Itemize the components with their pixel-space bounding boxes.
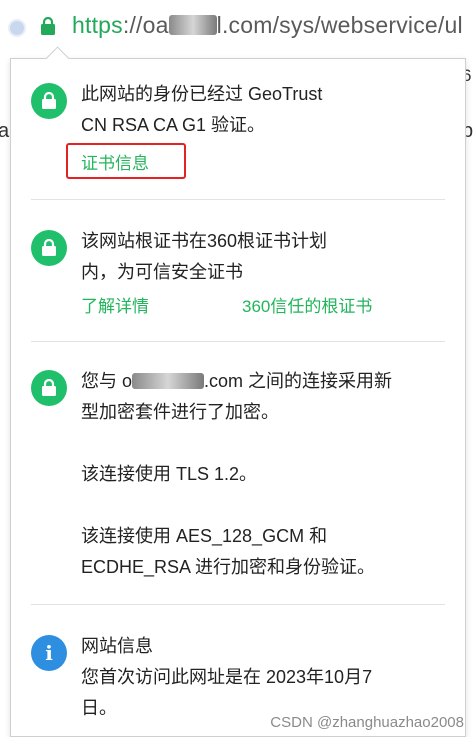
root-cert-line-2: 内，为可信安全证书	[81, 262, 243, 282]
url-suffix: l.com/sys/webservice/ul	[216, 12, 463, 38]
redacted-domain	[132, 373, 205, 389]
identity-text: 此网站的身份已经过 GeoTrust CN RSA CA G1 验证。	[81, 79, 451, 141]
root-cert-line-1: 该网站根证书在360根证书计划	[81, 231, 328, 251]
encryption-line-1: 您与 o .com 之间的连接采用新	[81, 371, 393, 391]
encryption-line-2: 型加密套件进行了加密。	[81, 402, 279, 422]
site-info-line-1: 您首次访问此网址是在 2023年10月7	[81, 667, 373, 687]
info-icon: i	[31, 635, 67, 671]
identity-line-2: CN RSA CA G1 验证。	[81, 115, 266, 135]
learn-more-link[interactable]: 了解详情	[81, 292, 149, 317]
address-bar[interactable]: https://oa l.com/sys/webservice/ul	[0, 0, 474, 50]
root-cert-section: 该网站根证书在360根证书计划 内，为可信安全证书 了解详情 360信任的根证书	[11, 200, 465, 340]
site-info-icon[interactable]	[8, 19, 26, 37]
root-cert-text: 该网站根证书在360根证书计划 内，为可信安全证书	[81, 226, 451, 288]
lock-icon[interactable]	[40, 16, 56, 35]
url-protocol: https	[72, 12, 123, 38]
redacted-domain	[168, 15, 217, 35]
highlight-box	[66, 143, 186, 179]
url-text[interactable]: https://oa l.com/sys/webservice/ul	[72, 12, 463, 39]
lock-icon	[31, 370, 67, 406]
encryption-section: 您与 o .com 之间的连接采用新 型加密套件进行了加密。 该连接使用 TLS …	[11, 342, 465, 602]
cipher-line-1: 该连接使用 AES_128_GCM 和	[81, 526, 328, 546]
url-prefix: ://oa	[122, 12, 169, 38]
lock-icon	[31, 83, 67, 119]
trusted-root-certs-link[interactable]: 360信任的根证书	[242, 292, 372, 317]
watermark: CSDN @zhanghuazhao2008	[270, 714, 464, 731]
tls-version-text: 该连接使用 TLS 1.2。	[81, 464, 258, 484]
site-info-title: 网站信息	[81, 636, 153, 656]
lock-icon	[31, 230, 67, 266]
background-text-fragment-a: a	[0, 120, 10, 142]
site-info-text: 网站信息 您首次访问此网址是在 2023年10月7 日。	[81, 631, 451, 724]
identity-line-1: 此网站的身份已经过 GeoTrust	[81, 84, 323, 104]
cipher-line-2: ECDHE_RSA 进行加密和身份验证。	[81, 557, 376, 577]
encryption-text: 您与 o .com 之间的连接采用新 型加密套件进行了加密。 该连接使用 TLS …	[81, 366, 451, 583]
security-info-popup: 此网站的身份已经过 GeoTrust CN RSA CA G1 验证。 证书信息…	[10, 46, 466, 737]
identity-section: 此网站的身份已经过 GeoTrust CN RSA CA G1 验证。 证书信息	[11, 59, 465, 199]
